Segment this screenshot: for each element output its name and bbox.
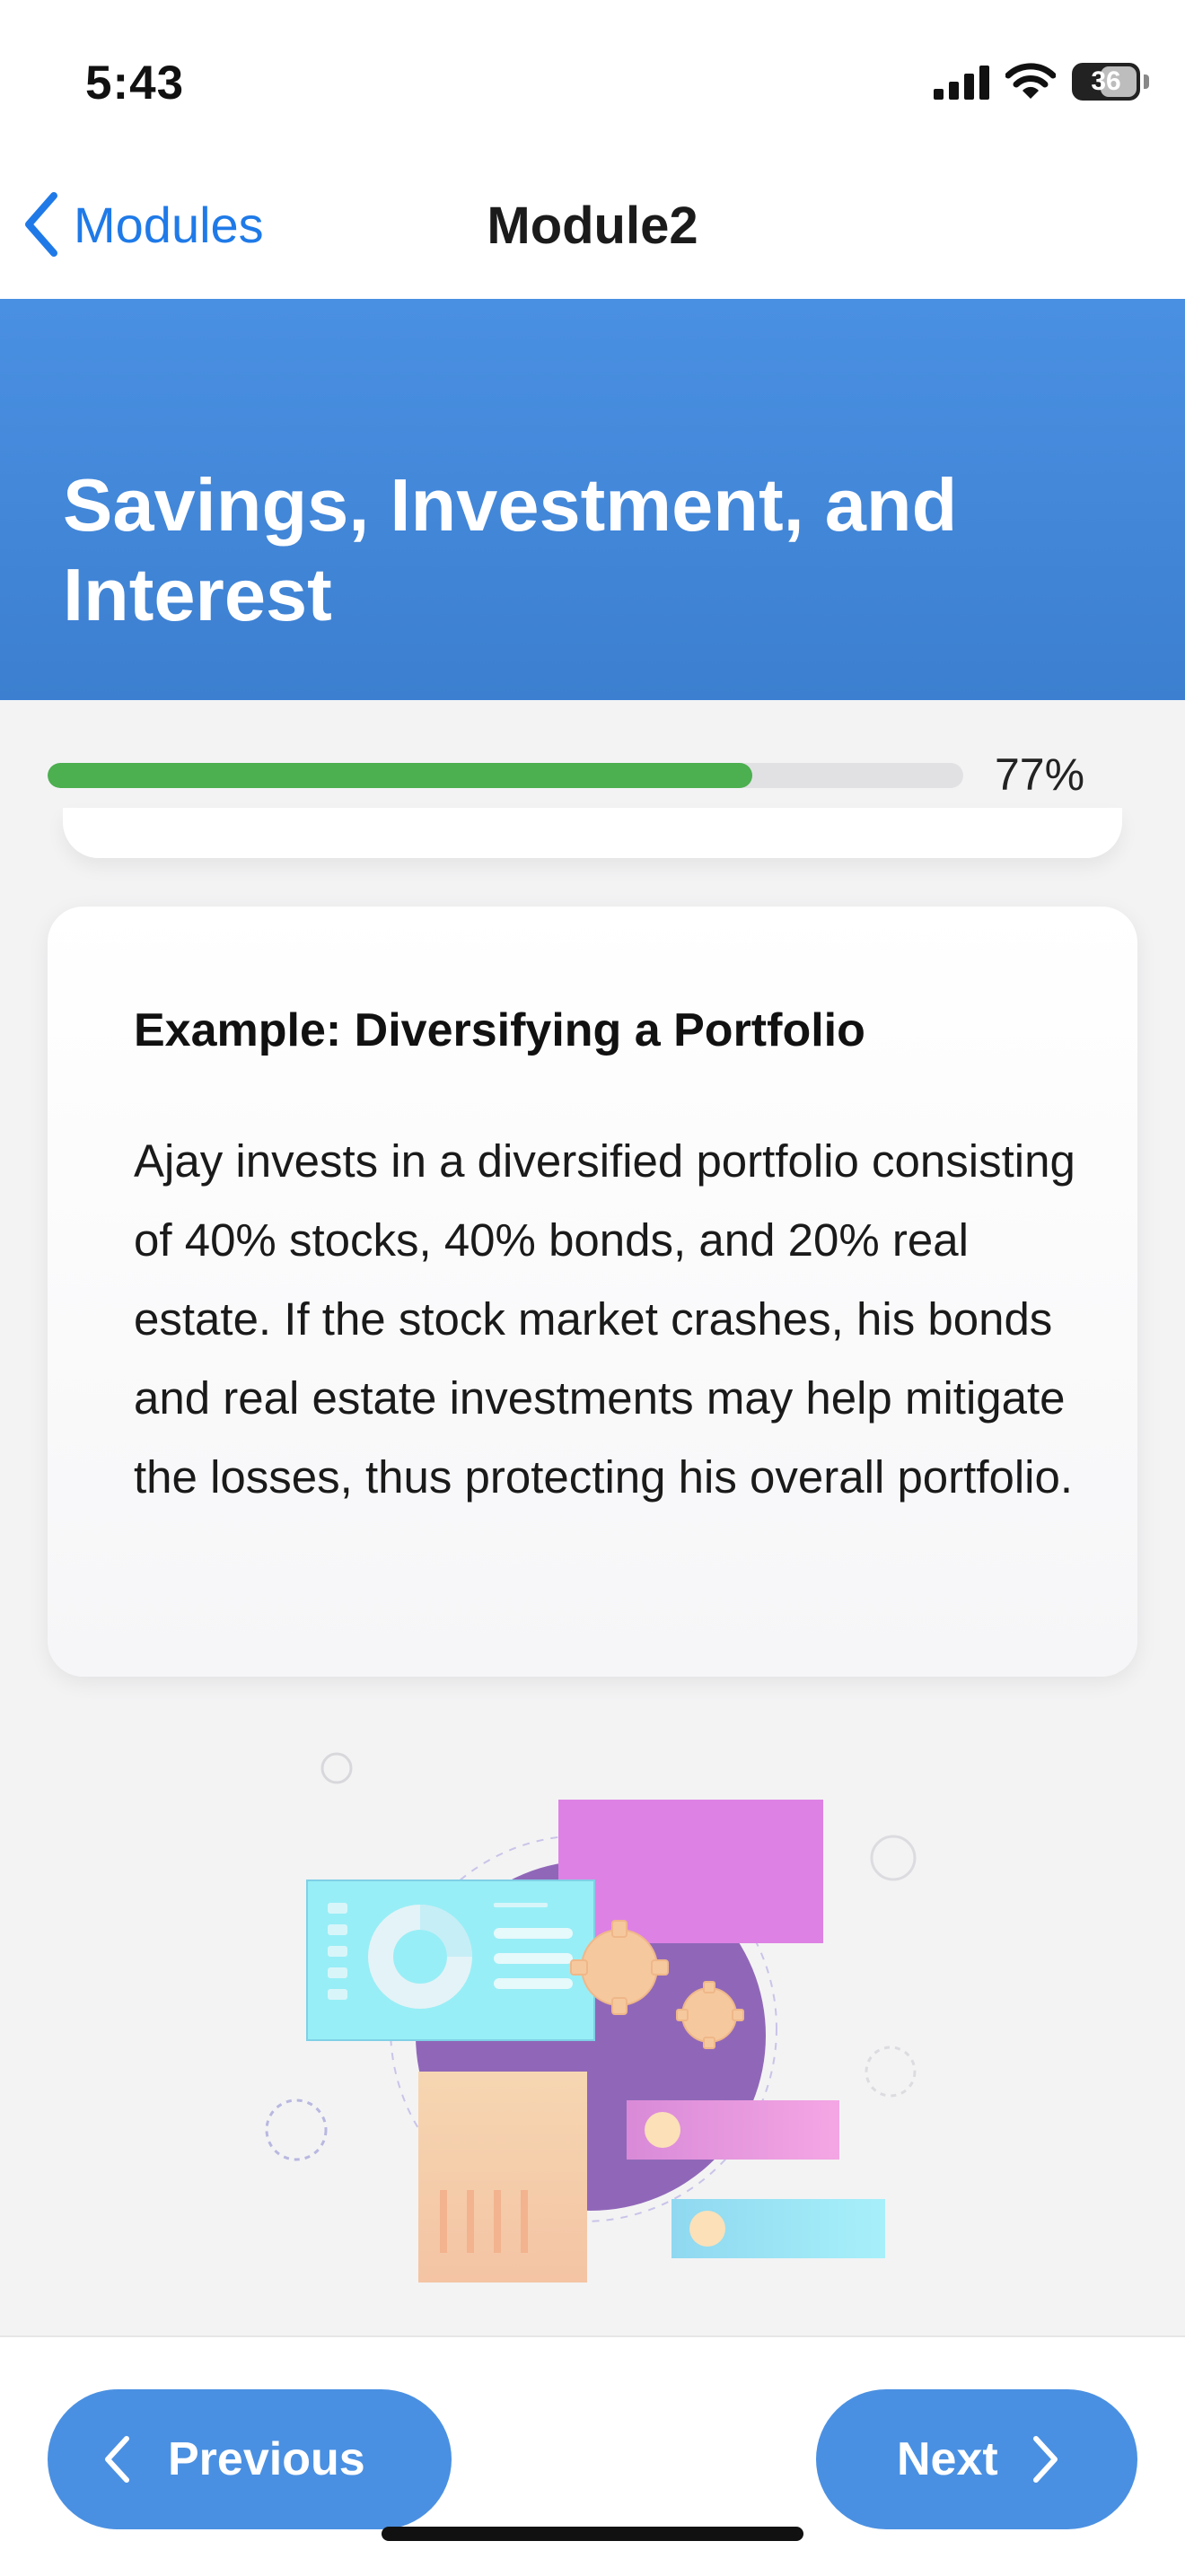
wifi-icon bbox=[1005, 63, 1056, 99]
example-body: Ajay invests in a diversified portfolio … bbox=[134, 1135, 1075, 1503]
chevron-left-icon bbox=[105, 2436, 129, 2483]
example-title: Example: Diversifying a Portfolio bbox=[134, 1004, 865, 1056]
example-card: Example: Diversifying a Portfolio Ajay i… bbox=[48, 907, 1137, 1677]
previous-button-label: Previous bbox=[168, 2433, 365, 2485]
progress-percentage: 77% bbox=[995, 749, 1085, 800]
progress-fill bbox=[48, 763, 753, 788]
home-indicator bbox=[382, 2527, 803, 2541]
next-button-label: Next bbox=[897, 2433, 998, 2485]
chevron-right-icon bbox=[1032, 2436, 1058, 2483]
nav-title: Module2 bbox=[487, 197, 698, 255]
previous-card-edge bbox=[63, 808, 1122, 858]
next-button[interactable]: Next bbox=[816, 2389, 1137, 2529]
previous-button[interactable]: Previous bbox=[48, 2389, 452, 2529]
status-bar: 5:43 36 bbox=[0, 0, 1185, 162]
battery-level: 36 bbox=[1091, 66, 1121, 96]
hero-banner: Savings, Investment, and Interest bbox=[0, 299, 1185, 700]
status-icons: 36 bbox=[934, 59, 1149, 104]
cellular-signal-icon bbox=[934, 66, 989, 100]
status-time: 5:43 bbox=[85, 57, 185, 110]
portfolio-illustration bbox=[265, 1752, 917, 2282]
battery-tip bbox=[1144, 74, 1149, 89]
navigation-bar: Modules Module2 bbox=[0, 162, 1185, 300]
battery-icon: 36 bbox=[1072, 63, 1140, 101]
progress-bar bbox=[48, 763, 963, 788]
module-title: Savings, Investment, and Interest bbox=[63, 463, 958, 636]
